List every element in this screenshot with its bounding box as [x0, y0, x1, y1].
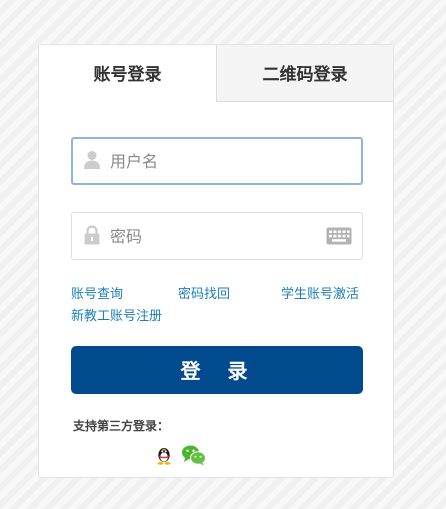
username-field[interactable]	[71, 137, 363, 185]
keyboard-icon[interactable]	[326, 226, 352, 246]
student-activation-link[interactable]: 学生账号激活	[281, 283, 359, 302]
login-button[interactable]: 登 录	[71, 346, 363, 394]
tab-account-login[interactable]: 账号登录	[39, 45, 216, 102]
tab-qrcode-login[interactable]: 二维码登录	[216, 45, 393, 102]
staff-register-link[interactable]: 新教工账号注册	[71, 305, 162, 324]
wechat-icon[interactable]	[181, 444, 207, 470]
password-recovery-link[interactable]: 密码找回	[178, 283, 230, 302]
login-card: 账号登录 二维码登录 用户名 账号查询 密码找回 学生账号激活 新教工账号注册 …	[38, 44, 394, 478]
password-input[interactable]	[110, 213, 320, 259]
login-tabs: 账号登录 二维码登录	[39, 45, 393, 102]
user-icon	[83, 150, 101, 170]
account-query-link[interactable]: 账号查询	[71, 283, 123, 302]
lock-icon	[83, 225, 101, 245]
password-field[interactable]	[71, 212, 363, 260]
third-party-login-label: 支持第三方登录：	[73, 419, 170, 433]
qq-icon[interactable]	[155, 445, 173, 469]
username-input[interactable]	[110, 139, 320, 183]
